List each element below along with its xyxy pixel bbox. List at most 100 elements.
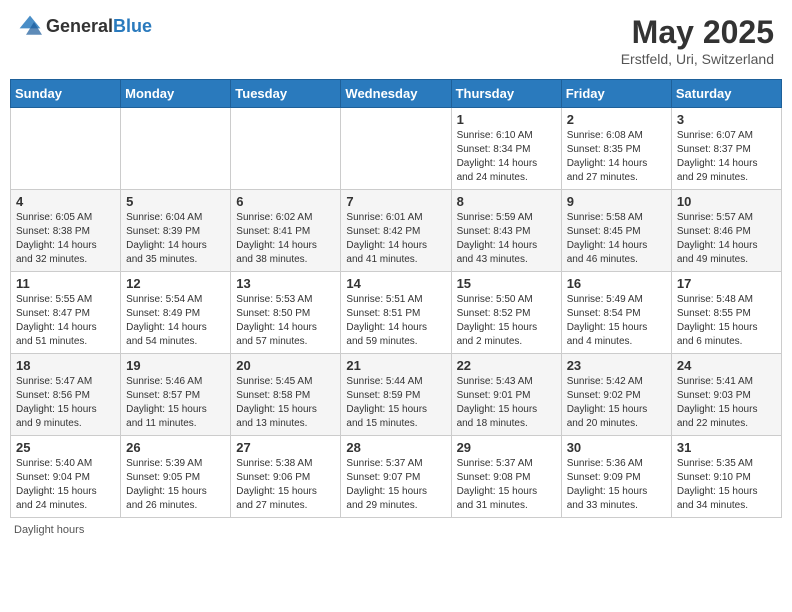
day-info: Sunrise: 5:43 AM Sunset: 9:01 PM Dayligh…: [457, 375, 556, 431]
day-info: Sunrise: 5:47 AM Sunset: 8:56 PM Dayligh…: [16, 375, 115, 431]
day-number: 19: [126, 358, 225, 373]
day-info: Sunrise: 6:08 AM Sunset: 8:35 PM Dayligh…: [567, 129, 666, 185]
day-info: Sunrise: 5:45 AM Sunset: 8:58 PM Dayligh…: [236, 375, 335, 431]
day-number: 7: [346, 194, 445, 209]
day-number: 17: [677, 276, 776, 291]
main-title: May 2025: [621, 14, 774, 51]
col-wednesday: Wednesday: [341, 80, 451, 108]
day-number: 13: [236, 276, 335, 291]
day-number: 21: [346, 358, 445, 373]
calendar-cell: 17 Sunrise: 5:48 AM Sunset: 8:55 PM Dayli…: [671, 272, 781, 354]
day-info: Sunrise: 5:38 AM Sunset: 9:06 PM Dayligh…: [236, 457, 335, 513]
day-info: Sunrise: 5:57 AM Sunset: 8:46 PM Dayligh…: [677, 211, 776, 267]
day-number: 15: [457, 276, 556, 291]
day-number: 24: [677, 358, 776, 373]
logo-icon: [18, 14, 42, 38]
calendar-cell: 31 Sunrise: 5:35 AM Sunset: 9:10 PM Dayli…: [671, 436, 781, 518]
day-number: 31: [677, 440, 776, 455]
calendar-cell: 15 Sunrise: 5:50 AM Sunset: 8:52 PM Dayli…: [451, 272, 561, 354]
day-number: 5: [126, 194, 225, 209]
calendar-cell: 13Sunrise: 5:53 AM Sunset: 8:50 PM Dayli…: [231, 272, 341, 354]
calendar-cell: 25 Sunrise: 5:40 AM Sunset: 9:04 PM Dayli…: [11, 436, 121, 518]
calendar-week-1: 1Sunrise: 6:10 AM Sunset: 8:34 PM Daylig…: [11, 108, 782, 190]
calendar-cell: [341, 108, 451, 190]
calendar-cell: 26 Sunrise: 5:39 AM Sunset: 9:05 PM Dayli…: [121, 436, 231, 518]
day-number: 22: [457, 358, 556, 373]
day-number: 30: [567, 440, 666, 455]
calendar-cell: 8Sunrise: 5:59 AM Sunset: 8:43 PM Daylig…: [451, 190, 561, 272]
day-info: Sunrise: 5:40 AM Sunset: 9:04 PM Dayligh…: [16, 457, 115, 513]
calendar-cell: 7 Sunrise: 6:01 AM Sunset: 8:42 PM Daylig…: [341, 190, 451, 272]
day-info: Sunrise: 5:51 AM Sunset: 8:51 PM Dayligh…: [346, 293, 445, 349]
calendar-week-2: 4 Sunrise: 6:05 AM Sunset: 8:38 PM Daylig…: [11, 190, 782, 272]
day-info: Sunrise: 5:50 AM Sunset: 8:52 PM Dayligh…: [457, 293, 556, 349]
day-number: 14: [346, 276, 445, 291]
col-thursday: Thursday: [451, 80, 561, 108]
calendar-cell: 24 Sunrise: 5:41 AM Sunset: 9:03 PM Dayli…: [671, 354, 781, 436]
day-number: 28: [346, 440, 445, 455]
calendar-cell: 20 Sunrise: 5:45 AM Sunset: 8:58 PM Dayli…: [231, 354, 341, 436]
day-number: 6: [236, 194, 335, 209]
day-info: Sunrise: 5:41 AM Sunset: 9:03 PM Dayligh…: [677, 375, 776, 431]
day-info: Sunrise: 5:58 AM Sunset: 8:45 PM Dayligh…: [567, 211, 666, 267]
day-info: Sunrise: 5:46 AM Sunset: 8:57 PM Dayligh…: [126, 375, 225, 431]
col-sunday: Sunday: [11, 80, 121, 108]
calendar-cell: 30Sunrise: 5:36 AM Sunset: 9:09 PM Dayli…: [561, 436, 671, 518]
day-info: Sunrise: 6:04 AM Sunset: 8:39 PM Dayligh…: [126, 211, 225, 267]
day-number: 20: [236, 358, 335, 373]
day-info: Sunrise: 6:02 AM Sunset: 8:41 PM Dayligh…: [236, 211, 335, 267]
logo-text: GeneralBlue: [46, 16, 152, 37]
calendar-cell: 29Sunrise: 5:37 AM Sunset: 9:08 PM Dayli…: [451, 436, 561, 518]
calendar-cell: 5 Sunrise: 6:04 AM Sunset: 8:39 PM Daylig…: [121, 190, 231, 272]
day-number: 4: [16, 194, 115, 209]
day-info: Sunrise: 5:37 AM Sunset: 9:08 PM Dayligh…: [457, 457, 556, 513]
calendar-week-3: 11 Sunrise: 5:55 AM Sunset: 8:47 PM Dayli…: [11, 272, 782, 354]
col-tuesday: Tuesday: [231, 80, 341, 108]
day-info: Sunrise: 5:54 AM Sunset: 8:49 PM Dayligh…: [126, 293, 225, 349]
day-info: Sunrise: 6:05 AM Sunset: 8:38 PM Dayligh…: [16, 211, 115, 267]
day-info: Sunrise: 5:48 AM Sunset: 8:55 PM Dayligh…: [677, 293, 776, 349]
calendar-cell: 4 Sunrise: 6:05 AM Sunset: 8:38 PM Daylig…: [11, 190, 121, 272]
calendar-table: Sunday Monday Tuesday Wednesday Thursday…: [10, 79, 782, 518]
title-block: May 2025 Erstfeld, Uri, Switzerland: [621, 14, 774, 67]
day-number: 26: [126, 440, 225, 455]
calendar-cell: 10 Sunrise: 5:57 AM Sunset: 8:46 PM Dayli…: [671, 190, 781, 272]
day-number: 25: [16, 440, 115, 455]
calendar-cell: 16 Sunrise: 5:49 AM Sunset: 8:54 PM Dayli…: [561, 272, 671, 354]
day-number: 9: [567, 194, 666, 209]
calendar-cell: 9 Sunrise: 5:58 AM Sunset: 8:45 PM Daylig…: [561, 190, 671, 272]
day-info: Sunrise: 5:42 AM Sunset: 9:02 PM Dayligh…: [567, 375, 666, 431]
day-info: Sunrise: 6:10 AM Sunset: 8:34 PM Dayligh…: [457, 129, 556, 185]
calendar-cell: 12Sunrise: 5:54 AM Sunset: 8:49 PM Dayli…: [121, 272, 231, 354]
calendar-cell: 11 Sunrise: 5:55 AM Sunset: 8:47 PM Dayli…: [11, 272, 121, 354]
day-info: Sunrise: 5:39 AM Sunset: 9:05 PM Dayligh…: [126, 457, 225, 513]
calendar-cell: 22 Sunrise: 5:43 AM Sunset: 9:01 PM Dayli…: [451, 354, 561, 436]
day-number: 16: [567, 276, 666, 291]
footer: Daylight hours: [10, 524, 782, 536]
calendar-header-row: Sunday Monday Tuesday Wednesday Thursday…: [11, 80, 782, 108]
day-info: Sunrise: 5:37 AM Sunset: 9:07 PM Dayligh…: [346, 457, 445, 513]
calendar-cell: 6 Sunrise: 6:02 AM Sunset: 8:41 PM Daylig…: [231, 190, 341, 272]
calendar-cell: 28 Sunrise: 5:37 AM Sunset: 9:07 PM Dayli…: [341, 436, 451, 518]
day-info: Sunrise: 6:01 AM Sunset: 8:42 PM Dayligh…: [346, 211, 445, 267]
day-number: 23: [567, 358, 666, 373]
calendar-cell: 3 Sunrise: 6:07 AM Sunset: 8:37 PM Daylig…: [671, 108, 781, 190]
day-number: 8: [457, 194, 556, 209]
day-info: Sunrise: 5:49 AM Sunset: 8:54 PM Dayligh…: [567, 293, 666, 349]
calendar-cell: 18Sunrise: 5:47 AM Sunset: 8:56 PM Dayli…: [11, 354, 121, 436]
day-number: 10: [677, 194, 776, 209]
day-info: Sunrise: 5:55 AM Sunset: 8:47 PM Dayligh…: [16, 293, 115, 349]
day-info: Sunrise: 5:35 AM Sunset: 9:10 PM Dayligh…: [677, 457, 776, 513]
day-number: 11: [16, 276, 115, 291]
calendar-cell: 14 Sunrise: 5:51 AM Sunset: 8:51 PM Dayli…: [341, 272, 451, 354]
calendar-cell: 27 Sunrise: 5:38 AM Sunset: 9:06 PM Dayli…: [231, 436, 341, 518]
calendar-cell: [121, 108, 231, 190]
day-number: 3: [677, 112, 776, 127]
calendar-cell: 1Sunrise: 6:10 AM Sunset: 8:34 PM Daylig…: [451, 108, 561, 190]
day-number: 27: [236, 440, 335, 455]
day-info: Sunrise: 6:07 AM Sunset: 8:37 PM Dayligh…: [677, 129, 776, 185]
day-number: 2: [567, 112, 666, 127]
calendar-cell: 2 Sunrise: 6:08 AM Sunset: 8:35 PM Daylig…: [561, 108, 671, 190]
calendar-week-4: 18Sunrise: 5:47 AM Sunset: 8:56 PM Dayli…: [11, 354, 782, 436]
col-saturday: Saturday: [671, 80, 781, 108]
